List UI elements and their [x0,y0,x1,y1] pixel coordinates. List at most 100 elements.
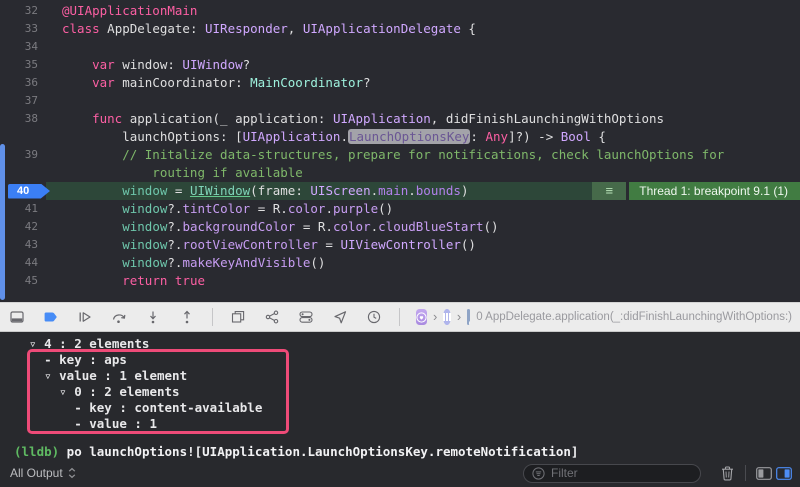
step-out-button[interactable] [178,308,196,326]
code-line[interactable]: 34 [0,38,800,56]
code-line[interactable]: 32@UIApplicationMain [0,2,800,20]
console-output-line: ▿ value : 1 element [14,368,800,384]
right-panel-icon [776,467,792,480]
console-filter-field[interactable]: Filter [523,464,701,483]
code-text: window?.tintColor = R.color.purple() [46,200,393,218]
line-number[interactable]: 43 [0,236,46,254]
line-number[interactable]: 40 [0,182,46,200]
console-output-line: ▿ 4 : 2 elements [14,336,800,352]
toggle-variables-view-button[interactable] [754,463,774,483]
console-output-line: - value : 1 [14,416,800,432]
line-number[interactable]: 36 [0,74,46,92]
lldb-prompt: (lldb) [14,444,59,459]
toolbar-divider [399,308,400,326]
code-line[interactable]: 35 var window: UIWindow? [0,56,800,74]
step-into-button[interactable] [144,308,162,326]
debug-view-hierarchy-button[interactable] [229,308,247,326]
code-line[interactable]: 39 // Initalize data-structures, prepare… [0,146,800,164]
code-line[interactable]: 45 return true [0,272,800,290]
toggle-console-view-button[interactable] [774,463,794,483]
code-text: // Initalize data-structures, prepare fo… [46,146,724,164]
code-line[interactable]: 43 window?.rootViewController = UIViewCo… [0,236,800,254]
line-number[interactable]: 41 [0,200,46,218]
lldb-command-text: po launchOptions![UIApplication.LaunchOp… [59,444,578,459]
code-text: @UIApplicationMain [46,2,197,20]
code-line[interactable]: 40 window = UIWindow(frame: UIScreen.mai… [0,182,800,200]
line-number[interactable]: 45 [0,272,46,290]
breakpoint-actions-chip[interactable]: ≡ [592,182,626,200]
line-number[interactable] [0,128,46,146]
line-number[interactable]: 34 [0,38,46,56]
code-text: launchOptions: [UIApplication.LaunchOpti… [46,128,606,146]
code-text: routing if available [46,164,303,182]
debug-toolbar: › › 0 AppDelegate.application(_:didFinis… [0,302,800,332]
step-over-button[interactable] [110,308,128,326]
line-number[interactable]: 32 [0,2,46,20]
debug-jump-bar: › › 0 AppDelegate.application(_:didFinis… [416,309,792,325]
console-bottom-bar: All Output Filter [0,459,800,487]
breakpoints-toggle-button[interactable] [42,308,60,326]
code-line[interactable]: 33class AppDelegate: UIResponder, UIAppl… [0,20,800,38]
line-number[interactable]: 35 [0,56,46,74]
environment-overrides-button[interactable] [297,308,315,326]
code-text [46,92,62,110]
code-text: var mainCoordinator: MainCoordinator? [46,74,371,92]
xcode-debug-window: 32@UIApplicationMain33class AppDelegate:… [0,0,800,487]
code-line[interactable]: 36 var mainCoordinator: MainCoordinator? [0,74,800,92]
code-line[interactable]: launchOptions: [UIApplication.LaunchOpti… [0,128,800,146]
app-icon[interactable] [416,309,427,325]
continue-execution-button[interactable] [76,308,94,326]
source-change-indicator-bar [0,144,5,300]
debug-console[interactable]: ▿ 4 : 2 elements - key : aps ▿ value : 1… [0,332,800,459]
line-number[interactable]: 33 [0,20,46,38]
debug-memory-graph-button[interactable] [263,308,281,326]
console-output-line: - key : content-available [14,400,800,416]
thread-breakpoint-badge: Thread 1: breakpoint 9.1 (1) [629,182,800,200]
line-number[interactable]: 39 [0,146,46,164]
code-lines: 32@UIApplicationMain33class AppDelegate:… [0,0,800,290]
thread-icon[interactable] [443,309,451,325]
filter-icon [532,467,545,480]
code-text: var window: UIWindow? [46,56,250,74]
variable-tree-output: ▿ 4 : 2 elements - key : aps ▿ value : 1… [14,336,800,432]
code-text: window?.rootViewController = UIViewContr… [46,236,476,254]
clear-console-button[interactable] [717,463,737,483]
code-text [46,38,62,56]
code-text: return true [46,272,205,290]
line-number[interactable]: 38 [0,110,46,128]
code-text: window = UIWindow(frame: UIScreen.main.b… [46,182,592,200]
hide-debug-area-button[interactable] [8,308,26,326]
console-output-line: ▿ 0 : 2 elements [14,384,800,400]
breakpoint-indicator[interactable]: 40 [8,184,50,199]
code-line[interactable]: 38 func application(_ application: UIApp… [0,110,800,128]
output-scope-selector[interactable]: All Output [10,466,76,480]
chevron-right-icon: › [457,309,461,325]
line-number[interactable]: 37 [0,92,46,110]
code-line[interactable]: 37 [0,92,800,110]
stack-frame-icon[interactable] [467,309,470,325]
code-line[interactable]: 44 window?.makeKeyAndVisible() [0,254,800,272]
code-text: class AppDelegate: UIResponder, UIApplic… [46,20,476,38]
line-number[interactable] [0,164,46,182]
stack-frame-label[interactable]: 0 AppDelegate.application(_:didFinishLau… [476,311,792,323]
line-number[interactable]: 42 [0,218,46,236]
code-text: window?.backgroundColor = R.color.cloudB… [46,218,499,236]
code-line[interactable]: routing if available [0,164,800,182]
line-number[interactable]: 44 [0,254,46,272]
filter-placeholder: Filter [551,466,578,480]
clock-button[interactable] [365,308,383,326]
code-line[interactable]: 42 window?.backgroundColor = R.color.clo… [0,218,800,236]
output-scope-label: All Output [10,466,63,480]
code-line[interactable]: 41 window?.tintColor = R.color.purple() [0,200,800,218]
code-text: window?.makeKeyAndVisible() [46,254,325,272]
trash-icon [721,466,734,481]
left-panel-icon [756,467,772,480]
code-editor[interactable]: 32@UIApplicationMain33class AppDelegate:… [0,0,800,302]
console-output-line: - key : aps [14,352,800,368]
lldb-command-line[interactable]: (lldb) po launchOptions![UIApplication.L… [14,444,800,460]
code-text: func application(_ application: UIApplic… [46,110,664,128]
updown-chevron-icon [68,467,76,479]
bottom-bar-divider [745,465,746,481]
simulate-location-button[interactable] [331,308,349,326]
toolbar-divider [212,308,213,326]
